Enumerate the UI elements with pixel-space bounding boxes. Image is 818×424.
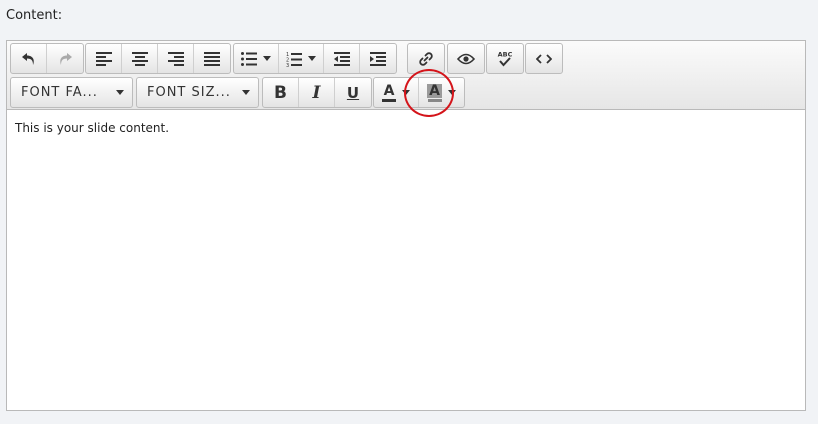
font-family-select[interactable]: FONT FA... xyxy=(10,77,133,108)
svg-text:3: 3 xyxy=(286,63,289,67)
chevron-down-icon xyxy=(116,90,124,95)
bold-button[interactable]: B xyxy=(263,78,299,107)
indent-button[interactable] xyxy=(360,44,396,73)
spellcheck-icon: ABC xyxy=(498,50,513,66)
background-color-button[interactable]: A xyxy=(419,78,464,107)
alignment-group xyxy=(85,43,231,74)
bullet-list-button[interactable] xyxy=(234,44,279,73)
background-color-bar xyxy=(427,98,442,102)
content-field-label: Content: xyxy=(6,8,63,23)
eye-icon xyxy=(457,53,475,64)
indent-icon xyxy=(370,51,386,66)
history-group xyxy=(10,43,84,74)
undo-button[interactable] xyxy=(11,44,47,73)
link-group xyxy=(407,43,445,74)
chevron-down-icon xyxy=(447,90,456,95)
preview-button[interactable] xyxy=(448,44,484,73)
source-group xyxy=(525,43,563,74)
numbered-list-button[interactable]: 123 xyxy=(279,44,324,73)
align-justify-icon xyxy=(204,51,220,66)
outdent-icon xyxy=(333,51,350,66)
spellcheck-button[interactable]: ABC xyxy=(487,44,523,73)
list-indent-group: 123 xyxy=(233,43,397,74)
align-center-icon xyxy=(131,51,148,66)
text-style-group: B I U xyxy=(262,77,372,108)
italic-button[interactable]: I xyxy=(299,78,335,107)
align-right-button[interactable] xyxy=(158,44,194,73)
chevron-down-icon xyxy=(242,90,250,95)
bullet-list-icon xyxy=(241,51,257,66)
insert-link-button[interactable] xyxy=(408,44,444,73)
text-color-button[interactable]: A xyxy=(374,78,419,107)
align-center-button[interactable] xyxy=(122,44,158,73)
outdent-button[interactable] xyxy=(324,44,360,73)
source-code-button[interactable] xyxy=(526,44,562,73)
align-justify-button[interactable] xyxy=(194,44,230,73)
undo-icon xyxy=(21,52,34,65)
chevron-down-icon xyxy=(308,56,316,61)
background-color-label: A xyxy=(427,82,442,99)
align-left-icon xyxy=(95,51,112,66)
spellcheck-group: ABC xyxy=(486,43,524,74)
chevron-down-icon xyxy=(263,56,271,61)
spellcheck-label: ABC xyxy=(498,50,513,58)
numbered-list-icon: 123 xyxy=(286,52,302,67)
editor-toolbar: 123 ABC FONT FA... FONT SIZ... B I U A A xyxy=(7,41,805,110)
text-color-icon: A xyxy=(382,84,396,102)
background-color-icon: A xyxy=(427,82,442,102)
font-size-label: FONT SIZ... xyxy=(147,85,231,100)
font-family-label: FONT FA... xyxy=(21,85,98,100)
code-icon xyxy=(536,53,552,64)
text-color-label: A xyxy=(383,82,395,99)
preview-group xyxy=(447,43,485,74)
text-color-bar xyxy=(382,98,396,102)
font-size-select[interactable]: FONT SIZ... xyxy=(136,77,259,108)
color-group: A A xyxy=(373,77,465,108)
link-icon xyxy=(419,51,433,66)
chevron-down-icon xyxy=(402,90,410,95)
redo-icon xyxy=(60,52,72,65)
bold-icon: B xyxy=(274,82,287,103)
italic-icon: I xyxy=(312,82,321,103)
rich-text-editor: 123 ABC FONT FA... FONT SIZ... B I U A A… xyxy=(6,40,806,411)
align-right-icon xyxy=(167,51,184,66)
underline-button[interactable]: U xyxy=(335,78,371,107)
align-left-button[interactable] xyxy=(86,44,122,73)
underline-icon: U xyxy=(346,83,360,102)
editor-content[interactable]: This is your slide content. xyxy=(15,121,169,135)
redo-button[interactable] xyxy=(47,44,83,73)
